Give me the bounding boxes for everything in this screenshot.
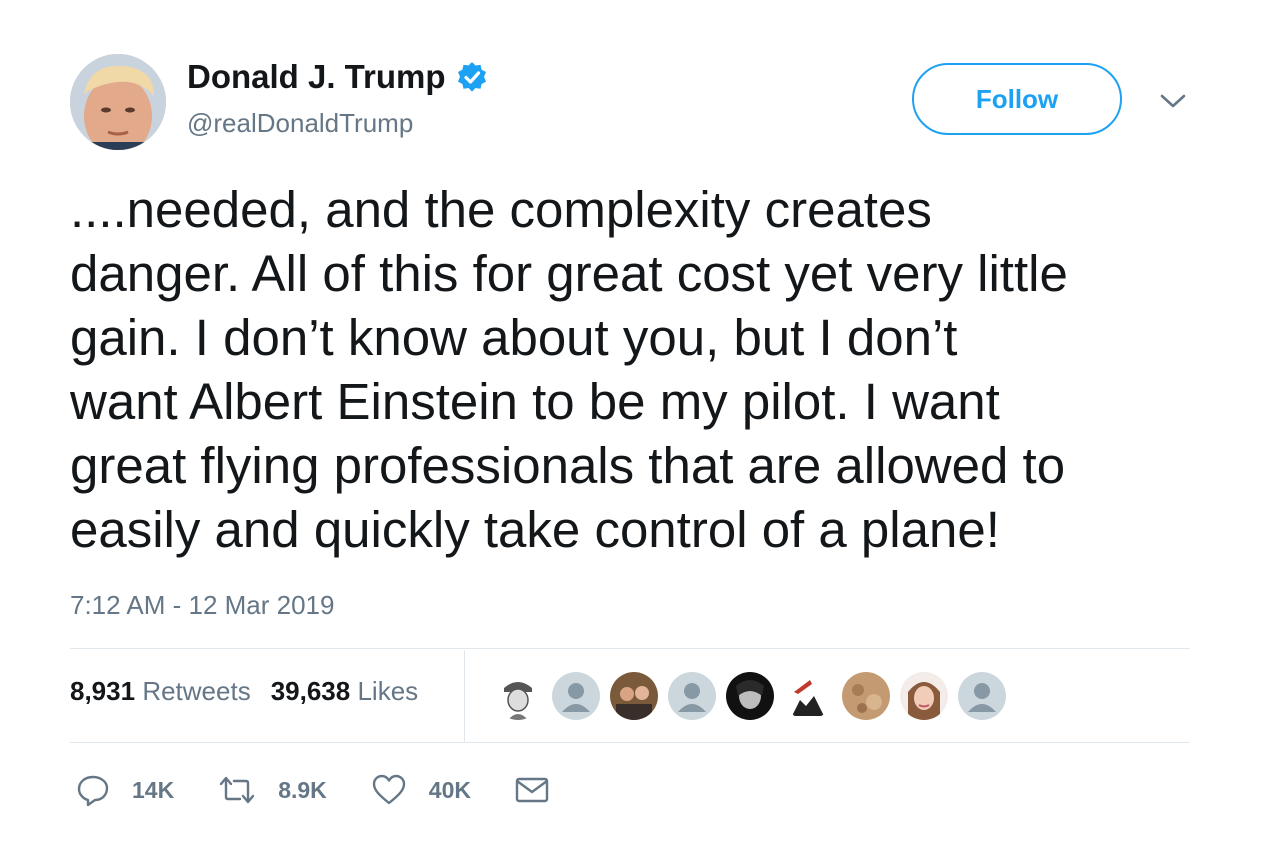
verified-badge-icon [457,62,486,92]
tweet-text-line: gain. I don’t know about you, but I don’… [70,309,958,366]
chevron-down-icon[interactable] [1158,90,1188,112]
liker-avatar-image [494,672,542,720]
author-name[interactable]: Donald J. Trump [187,58,488,96]
author-avatar[interactable] [70,54,166,150]
liker-avatar[interactable] [610,672,658,720]
heart-icon [372,774,405,805]
retweet-icon [220,776,255,804]
retweet-count: 8.9K [278,776,327,803]
default-avatar-icon [552,672,600,720]
liker-avatar-default[interactable] [958,672,1006,720]
like-count: 40K [428,776,471,803]
likes-label: Likes [357,676,419,706]
liker-avatar-default[interactable] [552,672,600,720]
stats-divider [464,650,465,742]
tweet-text-line: danger. All of this for great cost yet v… [70,245,1068,302]
retweets-count: 8,931 [70,676,136,706]
liker-avatar-image [784,672,832,720]
liker-avatar[interactable] [842,672,890,720]
tweet-text-line: want Albert Einstein to be my pilot. I w… [70,373,1000,430]
author-handle[interactable]: @realDonaldTrump [187,108,413,139]
default-avatar-icon [668,672,716,720]
tweet-timestamp[interactable]: 7:12 AM - 12 Mar 2019 [70,590,334,621]
default-avatar-icon [958,672,1006,720]
like-button[interactable]: 40K [371,773,471,807]
liker-avatar[interactable] [900,672,948,720]
envelope-icon [515,777,549,803]
likes-count: 39,638 [270,676,351,706]
liker-avatar[interactable] [726,672,774,720]
liker-avatars [494,672,1016,720]
direct-message-button[interactable] [515,776,571,804]
reply-icon [77,775,109,807]
tweet-stats: 8,931 Retweets 39,638 Likes [70,676,438,707]
liker-avatar-image [842,672,890,720]
tweet-text-line: easily and quickly take control of a pla… [70,501,1000,558]
liker-avatar-default[interactable] [668,672,716,720]
follow-button[interactable]: Follow [912,63,1122,135]
avatar-image [70,54,166,150]
tweet-text-line: great flying professionals that are allo… [70,437,1066,494]
divider [70,648,1190,649]
liker-avatar[interactable] [784,672,832,720]
reply-count: 14K [132,776,175,803]
tweet-actions: 14K 8.9K 40K [76,770,615,810]
retweets-label: Retweets [142,676,251,706]
liker-avatar-image [900,672,948,720]
retweets-stat[interactable]: 8,931 Retweets [70,676,251,707]
author-name-text: Donald J. Trump [187,58,446,95]
likes-stat[interactable]: 39,638 Likes [271,676,418,707]
retweet-button[interactable]: 8.9K [218,773,327,807]
liker-avatar[interactable] [494,672,542,720]
tweet-text: ....needed, and the complexity creates d… [70,178,1200,562]
divider [70,742,1190,743]
reply-button[interactable]: 14K [76,773,174,807]
tweet-text-line: ....needed, and the complexity creates [70,181,932,238]
liker-avatar-image [610,672,658,720]
liker-avatar-image [726,672,774,720]
